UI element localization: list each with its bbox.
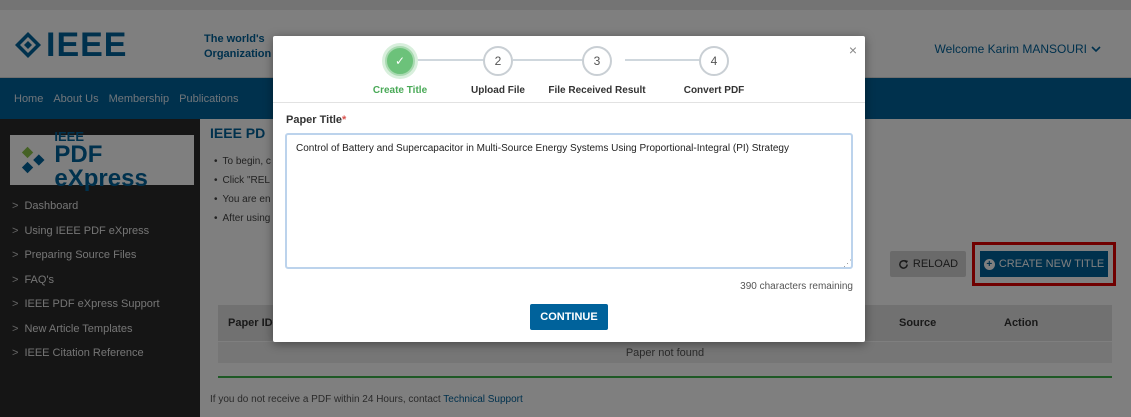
step-file-received-result: 3 File Received Result	[547, 46, 647, 96]
checkmark-icon: ✓	[385, 46, 415, 76]
step-label: Create Title	[372, 85, 428, 96]
paper-title-label-text: Paper Title	[286, 114, 343, 126]
required-asterisk: *	[342, 114, 347, 126]
step-label: Convert PDF	[683, 85, 745, 96]
step-number: 3	[582, 46, 612, 76]
step-label: Upload File	[471, 85, 525, 96]
continue-button[interactable]: CONTINUE	[530, 304, 608, 330]
paper-title-input[interactable]	[285, 133, 853, 269]
step-number: 4	[699, 46, 729, 76]
resize-handle-icon[interactable]: ⋰	[843, 259, 852, 268]
modal-divider	[273, 102, 865, 103]
create-title-modal: × ✓ Create Title 2 Upload File 3 File Re…	[273, 36, 865, 342]
step-create-title: ✓ Create Title	[350, 46, 450, 96]
progress-stepper: ✓ Create Title 2 Upload File 3 File Rece…	[273, 36, 865, 102]
step-upload-file: 2 Upload File	[448, 46, 548, 96]
step-label: File Received Result	[548, 85, 646, 96]
step-number: 2	[483, 46, 513, 76]
paper-title-label: Paper Title*	[286, 114, 346, 126]
step-convert-pdf: 4 Convert PDF	[664, 46, 764, 96]
characters-remaining: 390 characters remaining	[740, 281, 853, 292]
